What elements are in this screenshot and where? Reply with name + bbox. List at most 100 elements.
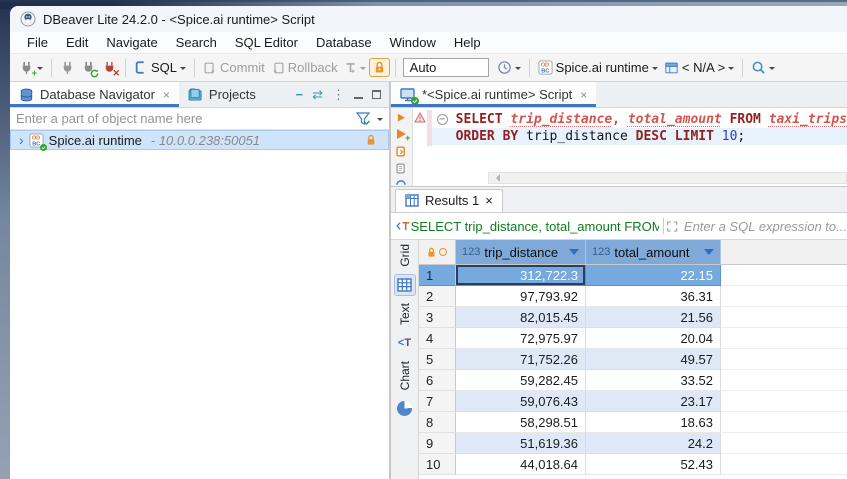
cell[interactable]: 59,282.45 — [456, 370, 586, 391]
open-sql-editor-button[interactable]: SQL — [131, 58, 189, 77]
code-line[interactable]: ORDER BY trip_distance DESC LIMIT 10; — [432, 128, 847, 145]
tab-results-1[interactable]: Results 1 × — [395, 189, 503, 212]
cell[interactable]: 59,076.43 — [456, 391, 586, 412]
cell[interactable]: 33.52 — [586, 370, 721, 391]
menu-file[interactable]: File — [18, 33, 57, 52]
rollback-button[interactable]: Rollback — [268, 58, 341, 77]
menu-navigate[interactable]: Navigate — [97, 33, 166, 52]
sort-desc-icon[interactable] — [569, 249, 579, 260]
table-row[interactable]: 759,076.4323.17 — [419, 391, 847, 412]
cell[interactable]: 312,722.3 — [456, 265, 586, 286]
tab-grid[interactable] — [394, 274, 416, 296]
menu-sql-editor[interactable]: SQL Editor — [226, 33, 307, 52]
menu-edit[interactable]: Edit — [57, 33, 97, 52]
table-row[interactable]: 472,975.9720.04 — [419, 328, 847, 349]
column-header-trip-distance[interactable]: 123 trip_distance — [456, 240, 586, 264]
execute-statement-button[interactable] — [395, 113, 407, 122]
tab-text[interactable]: <T — [394, 332, 416, 354]
menu-search[interactable]: Search — [167, 33, 226, 52]
row-number[interactable]: 5 — [419, 349, 456, 370]
explain-plan-button[interactable] — [394, 163, 408, 174]
tab-database-navigator[interactable]: Database Navigator × — [10, 82, 179, 107]
cell[interactable]: 18.63 — [586, 412, 721, 433]
transaction-log-button[interactable] — [494, 58, 524, 77]
column-header-total-amount[interactable]: 123 total_amount — [586, 240, 721, 264]
reconnect-button[interactable] — [78, 58, 99, 77]
cell[interactable]: 20.04 — [586, 328, 721, 349]
execute-script-button[interactable] — [394, 146, 408, 157]
table-row[interactable]: 1312,722.322.15 — [419, 265, 847, 286]
execute-new-tab-button[interactable]: + — [395, 128, 407, 140]
cell[interactable]: 82,015.45 — [456, 307, 586, 328]
expander-icon[interactable]: › — [19, 133, 24, 147]
cell[interactable]: 21.56 — [586, 307, 721, 328]
caret-icon[interactable] — [377, 118, 383, 124]
fold-collapse-icon[interactable]: − — [437, 114, 448, 125]
tab-chart[interactable] — [394, 397, 416, 419]
expression-input[interactable]: Enter a SQL expression to... — [684, 219, 847, 234]
expand-filter-icon[interactable] — [667, 220, 678, 233]
view-menu-icon[interactable]: ⋮ — [332, 87, 345, 103]
cell[interactable]: 71,752.26 — [456, 349, 586, 370]
tab-chart-label[interactable]: Chart — [398, 361, 412, 390]
table-row[interactable]: 382,015.4521.56 — [419, 307, 847, 328]
cell[interactable]: 58,298.51 — [456, 412, 586, 433]
row-number[interactable]: 4 — [419, 328, 456, 349]
connection-tree-item[interactable]: › ODBC Spice.ai runtime - 10.0.0.238:500… — [10, 130, 389, 150]
collapse-all-icon[interactable]: − — [296, 87, 304, 102]
close-icon[interactable]: × — [485, 193, 493, 208]
close-icon[interactable]: × — [163, 88, 170, 102]
cell[interactable]: 72,975.97 — [456, 328, 586, 349]
row-number[interactable]: 6 — [419, 370, 456, 391]
cell[interactable]: 51,619.36 — [456, 433, 586, 454]
cell[interactable]: 22.15 — [586, 265, 721, 286]
row-number[interactable]: 9 — [419, 433, 456, 454]
menu-database[interactable]: Database — [307, 33, 381, 52]
cell[interactable]: 52.43 — [586, 454, 721, 475]
tab-sql-script[interactable]: *<Spice.ai runtime> Script × — [391, 82, 596, 107]
object-filter-input[interactable] — [16, 111, 356, 126]
filter-icon[interactable] — [356, 112, 372, 126]
sort-desc-icon[interactable] — [704, 249, 714, 260]
row-number[interactable]: 7 — [419, 391, 456, 412]
minimize-panel-icon[interactable] — [354, 91, 363, 99]
cell[interactable]: 97,793.92 — [456, 286, 586, 307]
grid-corner-cell[interactable] — [419, 240, 456, 264]
row-number[interactable]: 8 — [419, 412, 456, 433]
scroll-left-arrow[interactable] — [492, 174, 500, 182]
connect-button[interactable] — [57, 58, 78, 77]
active-schema-combo[interactable]: < N/A > — [661, 58, 737, 77]
transaction-mode-button[interactable] — [341, 59, 369, 77]
link-with-editor-icon[interactable]: ⇄ — [312, 87, 323, 103]
code-line[interactable]: SELECT trip_distance, total_amount FROM … — [456, 111, 847, 128]
cell[interactable]: 23.17 — [586, 391, 721, 412]
row-number[interactable]: 2 — [419, 286, 456, 307]
tab-text-label[interactable]: Text — [398, 303, 412, 325]
code-area[interactable]: − SELECT trip_distance, total_amount FRO… — [432, 108, 847, 186]
table-row[interactable]: 951,619.3624.2 — [419, 433, 847, 454]
close-icon[interactable]: × — [580, 88, 587, 102]
tab-grid-label[interactable]: Grid — [398, 244, 412, 267]
disconnect-button[interactable]: ✕ — [99, 58, 120, 77]
row-number[interactable]: 1 — [419, 265, 456, 286]
table-row[interactable]: 297,793.9236.31 — [419, 286, 847, 307]
table-row[interactable]: 659,282.4533.52 — [419, 370, 847, 391]
table-row[interactable]: 1044,018.6452.43 — [419, 454, 847, 475]
table-row[interactable]: 571,752.2649.57 — [419, 349, 847, 370]
new-connection-button[interactable]: + — [16, 58, 46, 77]
commit-button[interactable]: Commit — [200, 58, 268, 77]
maximize-panel-icon[interactable] — [372, 90, 381, 99]
active-connection-combo[interactable]: ODBC Spice.ai runtime — [535, 58, 661, 77]
horizontal-scrollbar[interactable] — [488, 172, 847, 184]
table-row[interactable]: 858,298.5118.63 — [419, 412, 847, 433]
menu-help[interactable]: Help — [445, 33, 490, 52]
tab-projects[interactable]: Projects — [179, 82, 265, 107]
cell[interactable]: 24.2 — [586, 433, 721, 454]
sql-editor[interactable]: + − SELECT trip_distance, total_amount F… — [391, 108, 847, 187]
connection-lock-toggle[interactable] — [369, 58, 390, 77]
row-number[interactable]: 10 — [419, 454, 456, 475]
menu-window[interactable]: Window — [381, 33, 445, 52]
cell[interactable]: 36.31 — [586, 286, 721, 307]
cell[interactable]: 44,018.64 — [456, 454, 586, 475]
commit-mode-combo[interactable]: Auto — [403, 58, 489, 77]
